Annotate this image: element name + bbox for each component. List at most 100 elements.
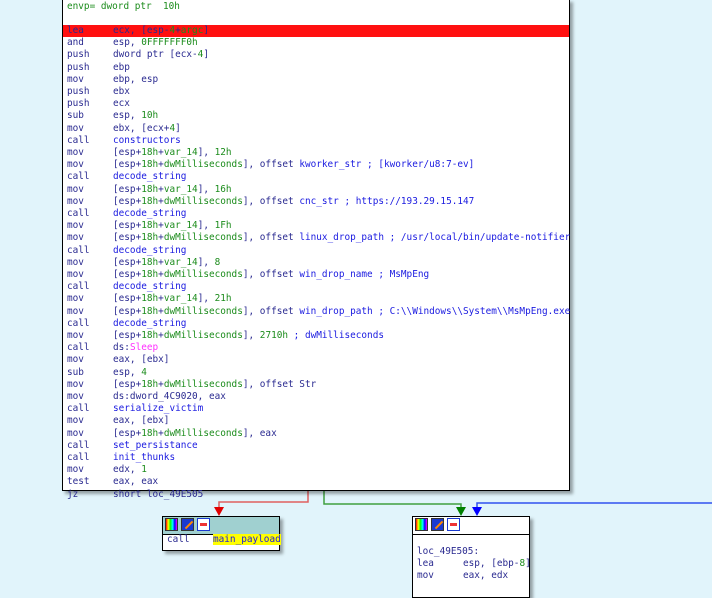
code-line[interactable]: mov [esp+18h+var_14], 8 bbox=[67, 257, 220, 269]
operand-op: [esp+ bbox=[113, 293, 142, 305]
mnemonic: call bbox=[67, 403, 90, 415]
operand-name[interactable]: init_thunks bbox=[113, 452, 175, 463]
edge-true[interactable] bbox=[323, 489, 462, 512]
code-line[interactable]: call decode_string bbox=[67, 245, 186, 257]
code-line[interactable]: push ecx bbox=[67, 98, 130, 110]
mnemonic: call bbox=[67, 317, 90, 329]
code-line[interactable]: mov [esp+18h+var_14], 12h bbox=[67, 147, 232, 159]
code-line[interactable]: mov [esp+18h+dwMilliseconds], offset Str bbox=[67, 379, 316, 391]
operand-imp[interactable]: Sleep bbox=[130, 342, 158, 353]
operand-name[interactable]: set_persistance bbox=[113, 440, 198, 451]
operand-op: ebp, esp bbox=[113, 73, 159, 85]
code-line[interactable]: call decode_string bbox=[67, 171, 186, 183]
loc-block[interactable]: loc_49E505: lea esp, [ebp-8] mov eax, edx bbox=[412, 516, 531, 598]
code-line[interactable]: mov ebx, [ecx+4] bbox=[67, 123, 181, 135]
operand-name[interactable]: serialize_victim bbox=[113, 403, 203, 414]
code-line[interactable]: mov [esp+18h+dwMilliseconds], offset cnc_… bbox=[67, 196, 474, 208]
operand-name[interactable]: kworker_str bbox=[299, 159, 361, 170]
code-line[interactable]: mov [esp+18h+var_14], 21h bbox=[67, 293, 232, 305]
operand-name[interactable]: constructors bbox=[113, 135, 181, 146]
code-line[interactable]: call constructors bbox=[67, 135, 181, 147]
operand-name[interactable]: cnc_str bbox=[299, 196, 339, 207]
code-line[interactable]: mov eax, [ebx] bbox=[67, 415, 169, 427]
mnemonic: mov bbox=[67, 269, 84, 280]
code-line[interactable]: mov [esp+18h+var_14], 1Fh bbox=[67, 220, 232, 232]
operand-op: eax, edx bbox=[463, 570, 509, 581]
operand-op: ] bbox=[525, 558, 531, 569]
code-line[interactable]: mov ds:dword_4C9020, eax bbox=[67, 391, 226, 403]
color-palette-icon[interactable] bbox=[415, 518, 428, 531]
code-line[interactable]: jz short loc_49E505 bbox=[67, 489, 203, 501]
code-line[interactable]: call ds:Sleep bbox=[67, 342, 158, 354]
code-line: call main_payload bbox=[167, 534, 281, 546]
code-line[interactable]: mov eax, edx bbox=[417, 570, 508, 582]
code-line[interactable]: mov eax, [ebx] bbox=[67, 354, 169, 366]
edit-icon[interactable] bbox=[181, 518, 194, 531]
operand-op: ], offset bbox=[242, 195, 300, 207]
code-line[interactable]: sub esp, 4 bbox=[67, 367, 147, 379]
edge-true-arrow bbox=[456, 507, 466, 516]
code-line[interactable]: mov edx, 1 bbox=[67, 464, 147, 476]
graph-icon[interactable] bbox=[447, 518, 460, 531]
operand-num: 18h bbox=[141, 220, 159, 232]
code-line[interactable]: mov [esp+18h+dwMilliseconds], offset linu… bbox=[67, 232, 570, 244]
code-line[interactable]: call decode_string bbox=[67, 281, 186, 293]
code-line[interactable]: call serialize_victim bbox=[67, 403, 203, 415]
operand-var: var_14 bbox=[163, 183, 198, 195]
operand-name[interactable]: decode_string bbox=[113, 318, 186, 329]
operand-var: dwMilliseconds bbox=[163, 195, 243, 207]
code-line[interactable]: and esp, 0FFFFFFF0h bbox=[67, 37, 198, 49]
operand-num: 1Fh bbox=[214, 220, 232, 232]
operand-op: ], bbox=[197, 256, 215, 268]
code-line[interactable]: call init_thunks bbox=[67, 452, 175, 464]
operand-name[interactable]: decode_string bbox=[113, 208, 186, 219]
code-line[interactable]: mov [esp+18h+var_14], 16h bbox=[67, 184, 232, 196]
main-code-block[interactable]: envp= dword ptr 10h lea ecx, [esp-4+argc] a… bbox=[62, 0, 570, 500]
edit-icon[interactable] bbox=[431, 518, 444, 531]
code-line[interactable]: mov ebp, esp bbox=[67, 74, 158, 86]
mnemonic: and bbox=[67, 37, 84, 49]
highlighted-code-line[interactable]: lea ecx, [esp-4+argc] bbox=[63, 25, 569, 37]
mnemonic: mov bbox=[67, 305, 84, 317]
edge-jump[interactable] bbox=[476, 502, 712, 512]
operand-op: ], offset bbox=[242, 305, 300, 317]
call-payload-block[interactable]: call main_payload bbox=[162, 516, 281, 551]
mnemonic: jz bbox=[67, 488, 79, 500]
mnemonic: sub bbox=[67, 366, 84, 378]
code-line[interactable]: call decode_string bbox=[67, 208, 186, 220]
operand-num: 18h bbox=[141, 330, 159, 341]
code-line[interactable]: call decode_string bbox=[67, 318, 186, 330]
code-line[interactable]: mov [esp+18h+dwMilliseconds], offset win_… bbox=[67, 306, 570, 318]
operand-name[interactable]: decode_string bbox=[113, 245, 186, 256]
code-line[interactable]: push dword ptr [ecx-4] bbox=[67, 49, 209, 61]
code-line[interactable]: mov [esp+18h+dwMilliseconds], offset win_… bbox=[67, 269, 429, 281]
mnemonic: call bbox=[67, 439, 90, 451]
operand-name[interactable]: win_drop_path bbox=[299, 306, 372, 317]
operand-op: dword ptr [ecx- bbox=[113, 49, 198, 61]
operand-cmt: ; https://193.29.15.147 bbox=[338, 195, 475, 207]
mnemonic: push bbox=[67, 61, 90, 73]
code-line[interactable]: sub esp, 10h bbox=[67, 110, 158, 122]
operand-name[interactable]: decode_string bbox=[113, 281, 186, 292]
mnemonic: push bbox=[67, 98, 90, 110]
operand-name[interactable]: win_drop_name bbox=[299, 269, 372, 280]
mnemonic: sub bbox=[67, 110, 84, 122]
code-line[interactable]: mov [esp+18h+dwMilliseconds], eax bbox=[67, 428, 277, 440]
operand-num: 8 bbox=[214, 256, 221, 268]
code-line[interactable]: push ebx bbox=[67, 86, 130, 98]
mnemonic: mov bbox=[67, 330, 84, 341]
code-line[interactable]: mov [esp+18h+dwMilliseconds], offset kwor… bbox=[67, 159, 474, 171]
code-line[interactable]: test eax, eax bbox=[67, 476, 158, 488]
operand-op: [esp+ bbox=[113, 147, 142, 158]
code-line[interactable]: lea esp, [ebp-8] bbox=[417, 558, 531, 570]
operand-main-payload[interactable]: main_payload bbox=[213, 534, 281, 545]
code-line[interactable]: push ebp bbox=[67, 62, 130, 74]
color-palette-icon[interactable] bbox=[165, 518, 178, 531]
edge-false[interactable] bbox=[218, 489, 309, 512]
code-line[interactable]: call set_persistance bbox=[67, 440, 198, 452]
graph-icon[interactable] bbox=[197, 518, 210, 531]
operand-num: 10h bbox=[141, 110, 159, 122]
operand-name[interactable]: decode_string bbox=[113, 171, 186, 182]
code-line[interactable]: mov [esp+18h+dwMilliseconds], 2710h ; dwM… bbox=[67, 330, 384, 342]
operand-name[interactable]: linux_drop_path bbox=[299, 232, 384, 243]
